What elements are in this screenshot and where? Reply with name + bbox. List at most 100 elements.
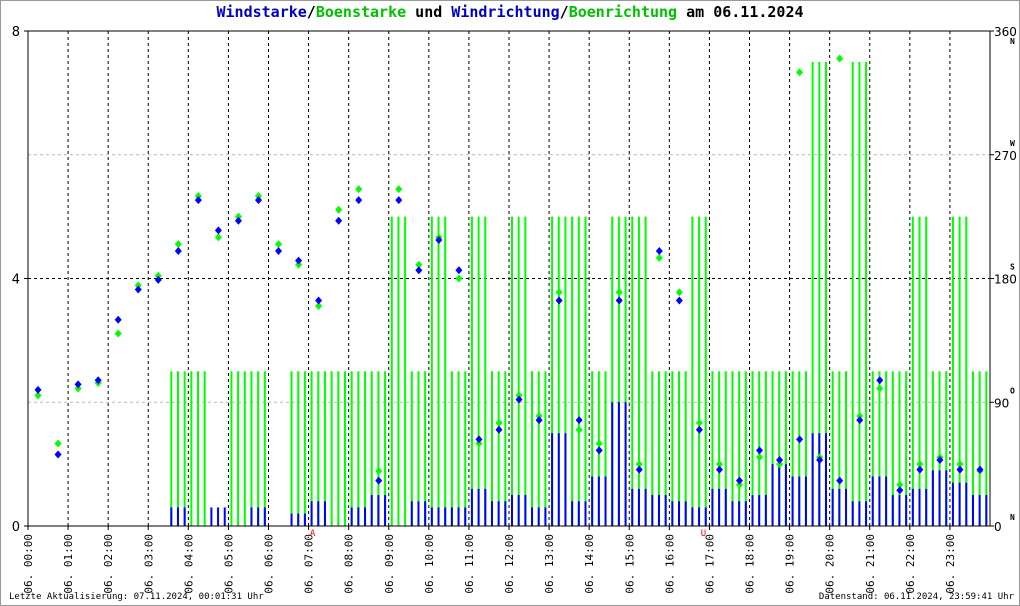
windstarke-bar bbox=[651, 495, 654, 526]
x-tick-label: 06. 08:00 bbox=[343, 534, 356, 594]
boenstarke-bar bbox=[203, 371, 206, 526]
boenstarke-bar bbox=[477, 216, 480, 526]
boenstarke-bar bbox=[257, 371, 260, 526]
boenstarke-bar bbox=[390, 216, 393, 526]
sun-marker: U bbox=[701, 529, 706, 539]
boenstarke-bar bbox=[858, 61, 861, 526]
windrichtung-point bbox=[415, 266, 423, 275]
x-tick-label: 06. 00:00 bbox=[22, 534, 35, 594]
boenrichtung-point bbox=[675, 288, 683, 297]
windrichtung-point bbox=[214, 226, 222, 235]
windstarke-bar bbox=[317, 501, 320, 526]
boenstarke-bar bbox=[364, 371, 367, 526]
windstarke-bar bbox=[250, 507, 253, 526]
windrichtung-point bbox=[234, 216, 242, 225]
boenstarke-bar bbox=[484, 216, 487, 526]
boenstarke-bar bbox=[631, 216, 634, 526]
boenstarke-bar bbox=[330, 371, 333, 526]
x-tick-label: 06. 19:00 bbox=[784, 534, 797, 594]
boenrichtung-point bbox=[555, 288, 563, 297]
windstarke-bar bbox=[885, 476, 888, 526]
boenstarke-bar bbox=[263, 371, 266, 526]
boenrichtung-point bbox=[836, 54, 844, 63]
boenstarke-bar bbox=[918, 216, 921, 526]
windstarke-bar bbox=[497, 501, 500, 526]
windstarke-bar bbox=[985, 495, 988, 526]
windstarke-bar bbox=[778, 464, 781, 526]
windstarke-bar bbox=[490, 501, 493, 526]
boenstarke-bar bbox=[965, 216, 968, 526]
boenstarke-bar bbox=[951, 216, 954, 526]
y-right-tick-label: 90 bbox=[994, 396, 1009, 410]
windstarke-bar bbox=[891, 495, 894, 526]
boenrichtung-point bbox=[695, 418, 703, 427]
windstarke-bar bbox=[811, 433, 814, 526]
windstarke-bar bbox=[384, 495, 387, 526]
boenstarke-bar bbox=[457, 371, 460, 526]
boenstarke-bar bbox=[197, 371, 200, 526]
windstarke-bar bbox=[664, 495, 667, 526]
boenstarke-bar bbox=[404, 216, 407, 526]
windrichtung-point bbox=[174, 247, 182, 255]
windstarke-bar bbox=[804, 476, 807, 526]
windstarke-bar bbox=[758, 495, 761, 526]
windstarke-bar bbox=[417, 501, 420, 526]
boenstarke-bar bbox=[511, 216, 514, 526]
windrichtung-point bbox=[275, 247, 283, 255]
boenstarke-bar bbox=[911, 216, 914, 526]
windstarke-bar bbox=[176, 507, 179, 526]
windstarke-bar bbox=[898, 495, 901, 526]
windrichtung-point bbox=[976, 465, 984, 474]
windrichtung-point bbox=[715, 465, 723, 474]
boenrichtung-point bbox=[355, 185, 363, 194]
x-tick-label: 06. 01:00 bbox=[62, 534, 75, 594]
windrichtung-point bbox=[154, 275, 162, 284]
boenstarke-bar bbox=[691, 216, 694, 526]
boenstarke-bar bbox=[537, 371, 540, 526]
windstarke-bar bbox=[938, 470, 941, 526]
windstarke-bar bbox=[350, 507, 353, 526]
data-status-text: Datenstand: 06.11.2024, 23:59:41 Uhr bbox=[818, 592, 1014, 602]
windstarke-bar bbox=[450, 507, 453, 526]
sun-marker: A bbox=[310, 529, 316, 539]
boenstarke-bar bbox=[958, 216, 961, 526]
windstarke-bar bbox=[611, 402, 614, 526]
x-tick-label: 06. 05:00 bbox=[222, 534, 235, 594]
windstarke-bar bbox=[931, 470, 934, 526]
y-left-tick-label: 8 bbox=[12, 25, 20, 40]
windstarke-bar bbox=[370, 495, 373, 526]
x-tick-label: 06. 20:00 bbox=[824, 534, 837, 594]
boenstarke-bar bbox=[470, 216, 473, 526]
boenstarke-bar bbox=[444, 216, 447, 526]
boenrichtung-point bbox=[655, 253, 663, 262]
windstarke-bar bbox=[544, 507, 547, 526]
windstarke-bar bbox=[671, 501, 674, 526]
windrichtung-point bbox=[615, 296, 623, 305]
y-left-tick-label: 0 bbox=[12, 520, 20, 535]
windstarke-bar bbox=[437, 507, 440, 526]
windstarke-bar bbox=[958, 482, 961, 526]
boenstarke-bar bbox=[297, 371, 300, 526]
windstarke-bar bbox=[858, 501, 861, 526]
boenstarke-bar bbox=[531, 371, 534, 526]
boenstarke-bar bbox=[637, 216, 640, 526]
windrichtung-point bbox=[535, 416, 543, 425]
windrichtung-point bbox=[54, 450, 62, 459]
x-tick-label: 06. 15:00 bbox=[623, 534, 636, 594]
boenstarke-bar bbox=[337, 371, 340, 526]
windrichtung-point bbox=[355, 196, 363, 205]
x-tick-label: 06. 22:00 bbox=[904, 534, 917, 594]
x-tick-label: 06. 16:00 bbox=[663, 534, 676, 594]
boenrichtung-point bbox=[876, 384, 884, 393]
boenstarke-bar bbox=[176, 371, 179, 526]
windrichtung-point bbox=[295, 256, 303, 265]
boenstarke-bar bbox=[704, 216, 707, 526]
windstarke-bar bbox=[918, 488, 921, 526]
x-tick-label: 06. 11:00 bbox=[463, 534, 476, 594]
windstarke-bar bbox=[504, 501, 507, 526]
x-tick-label: 06. 02:00 bbox=[102, 534, 115, 594]
windrichtung-point bbox=[916, 465, 924, 474]
boenrichtung-point bbox=[595, 439, 603, 448]
x-tick-label: 06. 10:00 bbox=[423, 534, 436, 594]
windstarke-bar bbox=[537, 507, 540, 526]
